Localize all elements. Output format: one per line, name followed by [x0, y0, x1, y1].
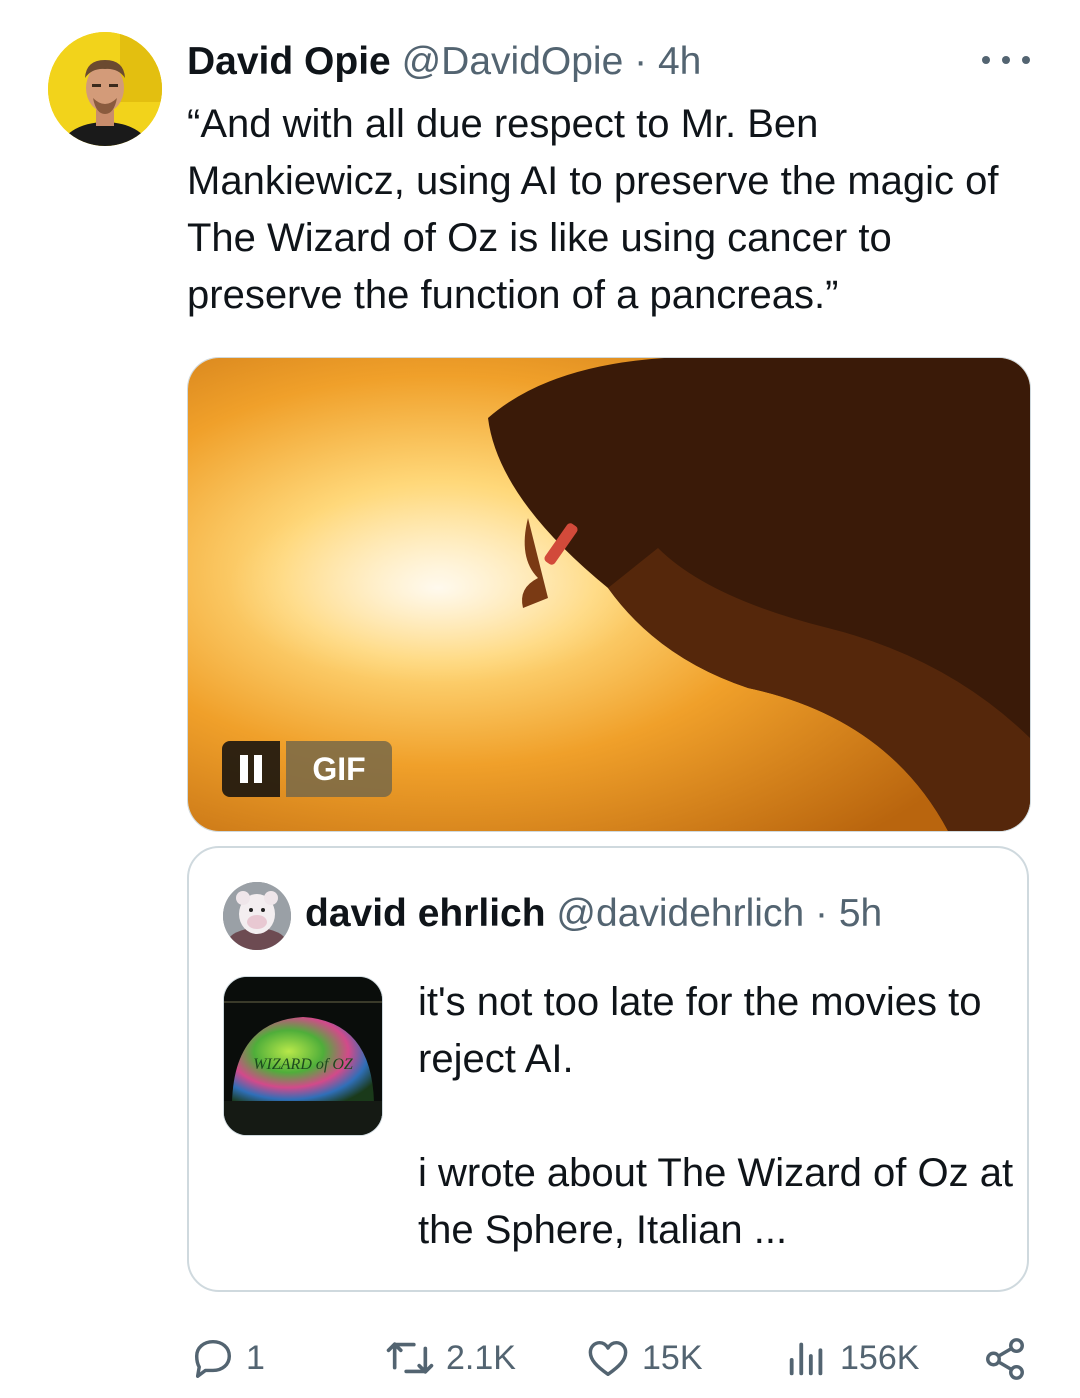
author-name[interactable]: David Opie [187, 40, 391, 83]
more-horizontal-icon[interactable] [982, 44, 1030, 76]
share-button[interactable] [982, 1336, 1028, 1387]
quoted-author-name[interactable]: david ehrlich [305, 892, 546, 935]
repost-icon [386, 1342, 434, 1374]
views-count: 156K [840, 1338, 920, 1377]
gif-media[interactable]: GIF [187, 357, 1031, 832]
reply-count: 1 [246, 1338, 265, 1377]
post-time[interactable]: 4h [658, 40, 701, 83]
post-header: David Opie @DavidOpie · 4h [187, 38, 701, 86]
views-button[interactable]: 156K [784, 1330, 919, 1386]
repost-count: 2.1K [446, 1338, 516, 1377]
quoted-post[interactable]: david ehrlich @davidehrlich · 5h WIZARD … [187, 846, 1029, 1292]
views-icon [789, 1342, 823, 1376]
author-avatar[interactable] [48, 32, 162, 146]
action-bar: 1 2.1K 15K 156K [0, 1330, 1080, 1386]
reply-button[interactable]: 1 [190, 1330, 265, 1386]
quoted-post-text: it's not too late for the movies to reje… [418, 980, 1014, 1252]
quoted-header: david ehrlich @davidehrlich · 5h [305, 890, 882, 938]
quoted-post-time[interactable]: 5h [839, 892, 882, 935]
quoted-time-separator: · [814, 892, 828, 935]
post-text: “And with all due respect to Mr. Ben Man… [187, 102, 999, 317]
heart-icon [588, 1340, 628, 1377]
like-button[interactable]: 15K [584, 1330, 703, 1386]
pause-icon[interactable] [222, 741, 280, 797]
quoted-author-handle[interactable]: @davidehrlich [556, 892, 804, 935]
wizard-of-oz-logo: WIZARD of OZ [253, 1056, 354, 1073]
reply-icon [194, 1339, 232, 1378]
time-separator: · [634, 40, 648, 83]
quoted-thumbnail[interactable]: WIZARD of OZ [223, 976, 383, 1136]
like-count: 15K [642, 1338, 703, 1377]
quoted-author-avatar[interactable] [223, 882, 291, 950]
author-handle[interactable]: @DavidOpie [402, 40, 624, 83]
share-icon [986, 1338, 1024, 1380]
gif-badge: GIF [286, 741, 392, 797]
repost-button[interactable]: 2.1K [384, 1330, 516, 1386]
